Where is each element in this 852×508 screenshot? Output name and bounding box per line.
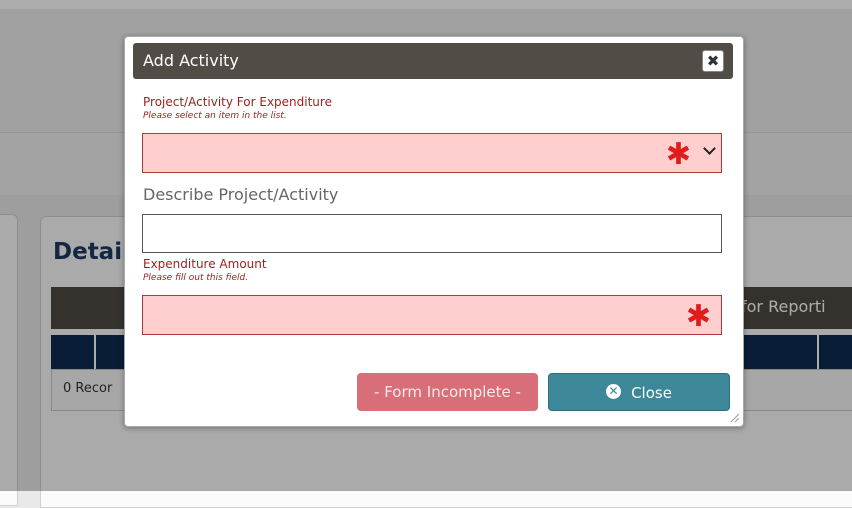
expenditure-amount-input[interactable]: ✱ bbox=[142, 295, 722, 335]
dialog-titlebar[interactable]: Add Activity ✖ bbox=[133, 43, 733, 79]
expenditure-amount-label: Expenditure Amount bbox=[143, 257, 267, 271]
describe-activity-label: Describe Project/Activity bbox=[143, 185, 339, 204]
chevron-down-icon[interactable] bbox=[703, 142, 716, 155]
dialog-close-icon[interactable]: ✖ bbox=[702, 50, 724, 72]
close-circle-icon: ✕ bbox=[606, 384, 622, 399]
close-button-label: Close bbox=[631, 384, 672, 402]
form-incomplete-button[interactable]: - Form Incomplete - bbox=[357, 373, 538, 411]
resize-grip-icon[interactable] bbox=[728, 411, 740, 423]
required-asterisk-icon: ✱ bbox=[685, 299, 711, 334]
project-activity-select[interactable]: ✱ bbox=[142, 133, 722, 173]
project-activity-error: Please select an item in the list. bbox=[143, 111, 287, 121]
describe-activity-input[interactable] bbox=[142, 214, 722, 253]
dialog-title: Add Activity bbox=[143, 51, 239, 70]
required-asterisk-icon: ✱ bbox=[665, 137, 691, 172]
project-activity-label: Project/Activity For Expenditure bbox=[143, 95, 332, 109]
add-activity-dialog: Add Activity ✖ Project/Activity For Expe… bbox=[124, 36, 744, 427]
close-button[interactable]: ✕ Close bbox=[548, 373, 730, 411]
expenditure-amount-error: Please fill out this field. bbox=[143, 273, 249, 283]
